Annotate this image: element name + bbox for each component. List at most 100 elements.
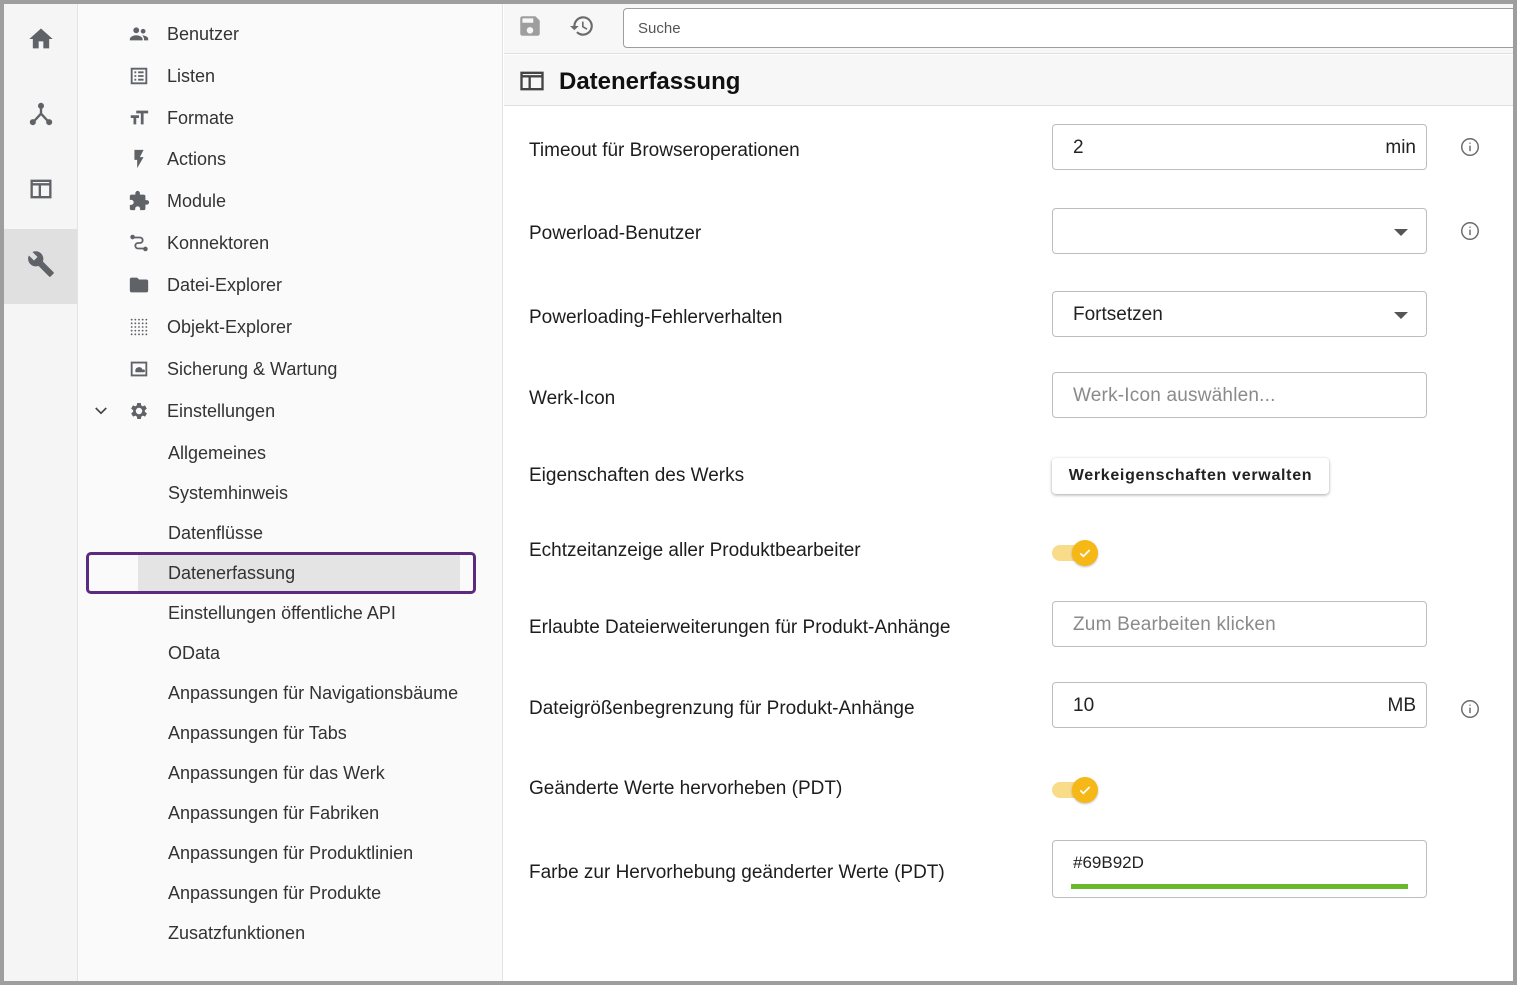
nav-sub-zusatzfunktionen[interactable]: Zusatzfunktionen bbox=[78, 913, 503, 953]
nav-item-module[interactable]: Module bbox=[78, 181, 503, 221]
nav-item-listen[interactable]: Listen bbox=[78, 56, 503, 96]
field-value: Fortsetzen bbox=[1073, 304, 1163, 325]
save-icon bbox=[517, 13, 543, 44]
connector-icon bbox=[128, 232, 150, 254]
nav-item-actions[interactable]: Actions bbox=[78, 139, 503, 179]
dots-grid-icon bbox=[128, 316, 150, 338]
nav-label: Einstellungen bbox=[167, 400, 276, 421]
dropdown-arrow-icon bbox=[1394, 229, 1408, 236]
nav-sub-produktlinien[interactable]: Anpassungen für Produktlinien bbox=[78, 833, 503, 873]
layout-icon bbox=[518, 67, 546, 95]
field-label: Dateigrößenbegrenzung für Produkt-Anhäng… bbox=[529, 698, 915, 719]
nav-item-einstellungen[interactable]: Einstellungen bbox=[78, 391, 503, 431]
history-button[interactable] bbox=[567, 13, 597, 43]
save-button[interactable] bbox=[515, 13, 545, 43]
nav-item-sicherung[interactable]: Sicherung & Wartung bbox=[78, 349, 503, 389]
nav-sub-tabs[interactable]: Anpassungen für Tabs bbox=[78, 713, 503, 753]
info-icon[interactable] bbox=[1459, 220, 1481, 242]
timeout-input[interactable]: 2 min bbox=[1052, 124, 1427, 170]
nav-sub-fabriken[interactable]: Anpassungen für Fabriken bbox=[78, 793, 503, 833]
nav-sub-label: Systemhinweis bbox=[168, 482, 289, 503]
nav-item-benutzer[interactable]: Benutzer bbox=[78, 14, 503, 54]
nav-label: Module bbox=[167, 190, 227, 211]
history-icon bbox=[569, 13, 595, 44]
folder-icon bbox=[128, 274, 150, 296]
nav-sub-label: Datenflüsse bbox=[168, 522, 264, 543]
highlight-toggle[interactable] bbox=[1052, 777, 1100, 803]
rail-home[interactable] bbox=[4, 4, 77, 79]
text-format-icon bbox=[128, 107, 150, 129]
toolbar bbox=[504, 4, 1513, 54]
nav-sub-label: OData bbox=[168, 642, 221, 663]
nav-sub-allgemeines[interactable]: Allgemeines bbox=[78, 433, 503, 473]
field-label: Echtzeitanzeige aller Produktbearbeiter bbox=[529, 540, 861, 561]
nav-sub-label: Anpassungen für Produktlinien bbox=[168, 842, 414, 863]
field-label: Geänderte Werte hervorheben (PDT) bbox=[529, 778, 843, 799]
row-werk-icon: Werk-Icon Werk-Icon auswählen... bbox=[504, 372, 1513, 432]
nav-label: Konnektoren bbox=[167, 232, 270, 253]
field-label: Erlaubte Dateierweiterungen für Produkt-… bbox=[529, 617, 951, 638]
hierarchy-icon bbox=[27, 100, 55, 133]
check-icon bbox=[1079, 786, 1091, 795]
flash-icon bbox=[128, 148, 150, 170]
layout-icon bbox=[27, 175, 55, 208]
app-window: Benutzer Listen Formate Actions Module K… bbox=[4, 4, 1513, 981]
row-realtime: Echtzeitanzeige aller Produktbearbeiter bbox=[504, 534, 1513, 594]
page-header: Datenerfassung bbox=[504, 55, 1513, 106]
nav-sub-produkte[interactable]: Anpassungen für Produkte bbox=[78, 873, 503, 913]
nav-label: Datei-Explorer bbox=[167, 274, 283, 295]
field-placeholder: Zum Bearbeiten klicken bbox=[1073, 614, 1276, 635]
nav-sub-label: Anpassungen für Produkte bbox=[168, 882, 382, 903]
nav-sub-odata[interactable]: OData bbox=[78, 633, 503, 673]
field-label: Farbe zur Hervorhebung geänderter Werte … bbox=[529, 862, 945, 883]
realtime-toggle[interactable] bbox=[1052, 540, 1100, 566]
wrench-icon bbox=[27, 250, 55, 283]
nav-sub-werk[interactable]: Anpassungen für das Werk bbox=[78, 753, 503, 793]
filesize-input[interactable]: 10 MB bbox=[1052, 682, 1427, 728]
werk-icon-picker[interactable]: Werk-Icon auswählen... bbox=[1052, 372, 1427, 418]
info-icon[interactable] bbox=[1459, 136, 1481, 158]
row-powerload-error: Powerloading-Fehlerverhalten Fortsetzen bbox=[504, 291, 1513, 351]
dropdown-arrow-icon bbox=[1394, 312, 1408, 319]
nav-sub-label: Anpassungen für Navigationsbäume bbox=[168, 682, 459, 703]
nav-sub-navigationsbaeume[interactable]: Anpassungen für Navigationsbäume bbox=[78, 673, 503, 713]
nav-label: Actions bbox=[167, 148, 227, 169]
field-unit: min bbox=[1385, 137, 1416, 158]
puzzle-icon bbox=[128, 190, 150, 212]
extensions-input[interactable]: Zum Bearbeiten klicken bbox=[1052, 601, 1427, 647]
list-icon bbox=[128, 65, 150, 87]
nav-sub-systemhinweis[interactable]: Systemhinweis bbox=[78, 473, 503, 513]
home-icon bbox=[27, 25, 55, 58]
powerload-error-select[interactable]: Fortsetzen bbox=[1052, 291, 1427, 337]
nav-item-formate[interactable]: Formate bbox=[78, 98, 503, 138]
rail-hierarchy[interactable] bbox=[4, 79, 77, 154]
toggle-knob bbox=[1072, 540, 1098, 566]
nav-item-konnektoren[interactable]: Konnektoren bbox=[78, 223, 503, 263]
field-placeholder: Werk-Icon auswählen... bbox=[1073, 385, 1276, 406]
highlight-color-input[interactable]: #69B92D bbox=[1052, 840, 1427, 898]
nav-sub-label: Anpassungen für Fabriken bbox=[168, 802, 380, 823]
rail-layout[interactable] bbox=[4, 154, 77, 229]
color-preview-bar bbox=[1071, 884, 1408, 889]
row-werk-props: Eigenschaften des Werks Werkeigenschafte… bbox=[504, 455, 1513, 515]
nav-sub-label: Zusatzfunktionen bbox=[168, 922, 306, 943]
rail-tools[interactable] bbox=[4, 229, 77, 304]
chevron-down-icon[interactable] bbox=[92, 402, 110, 420]
nav-label: Formate bbox=[167, 107, 235, 128]
nav-sub-datenerfassung[interactable]: Datenerfassung bbox=[78, 553, 503, 593]
nav-label: Objekt-Explorer bbox=[167, 316, 293, 337]
nav-item-objekt-explorer[interactable]: Objekt-Explorer bbox=[78, 307, 503, 347]
powerload-user-select[interactable] bbox=[1052, 208, 1427, 254]
nav-sub-datenfluesse[interactable]: Datenflüsse bbox=[78, 513, 503, 553]
field-label: Eigenschaften des Werks bbox=[529, 465, 745, 486]
field-value: #69B92D bbox=[1073, 853, 1144, 872]
nav-item-datei-explorer[interactable]: Datei-Explorer bbox=[78, 265, 503, 305]
nav-sub-public-api[interactable]: Einstellungen öffentliche API bbox=[78, 593, 503, 633]
info-icon[interactable] bbox=[1459, 698, 1481, 720]
search-input[interactable] bbox=[623, 8, 1513, 48]
nav-label: Benutzer bbox=[167, 23, 240, 44]
gear-icon bbox=[128, 400, 150, 422]
manage-werk-properties-button[interactable]: Werkeigenschaften verwalten bbox=[1052, 458, 1329, 494]
nav-sub-label: Allgemeines bbox=[168, 442, 267, 463]
field-value: 2 bbox=[1073, 137, 1084, 158]
